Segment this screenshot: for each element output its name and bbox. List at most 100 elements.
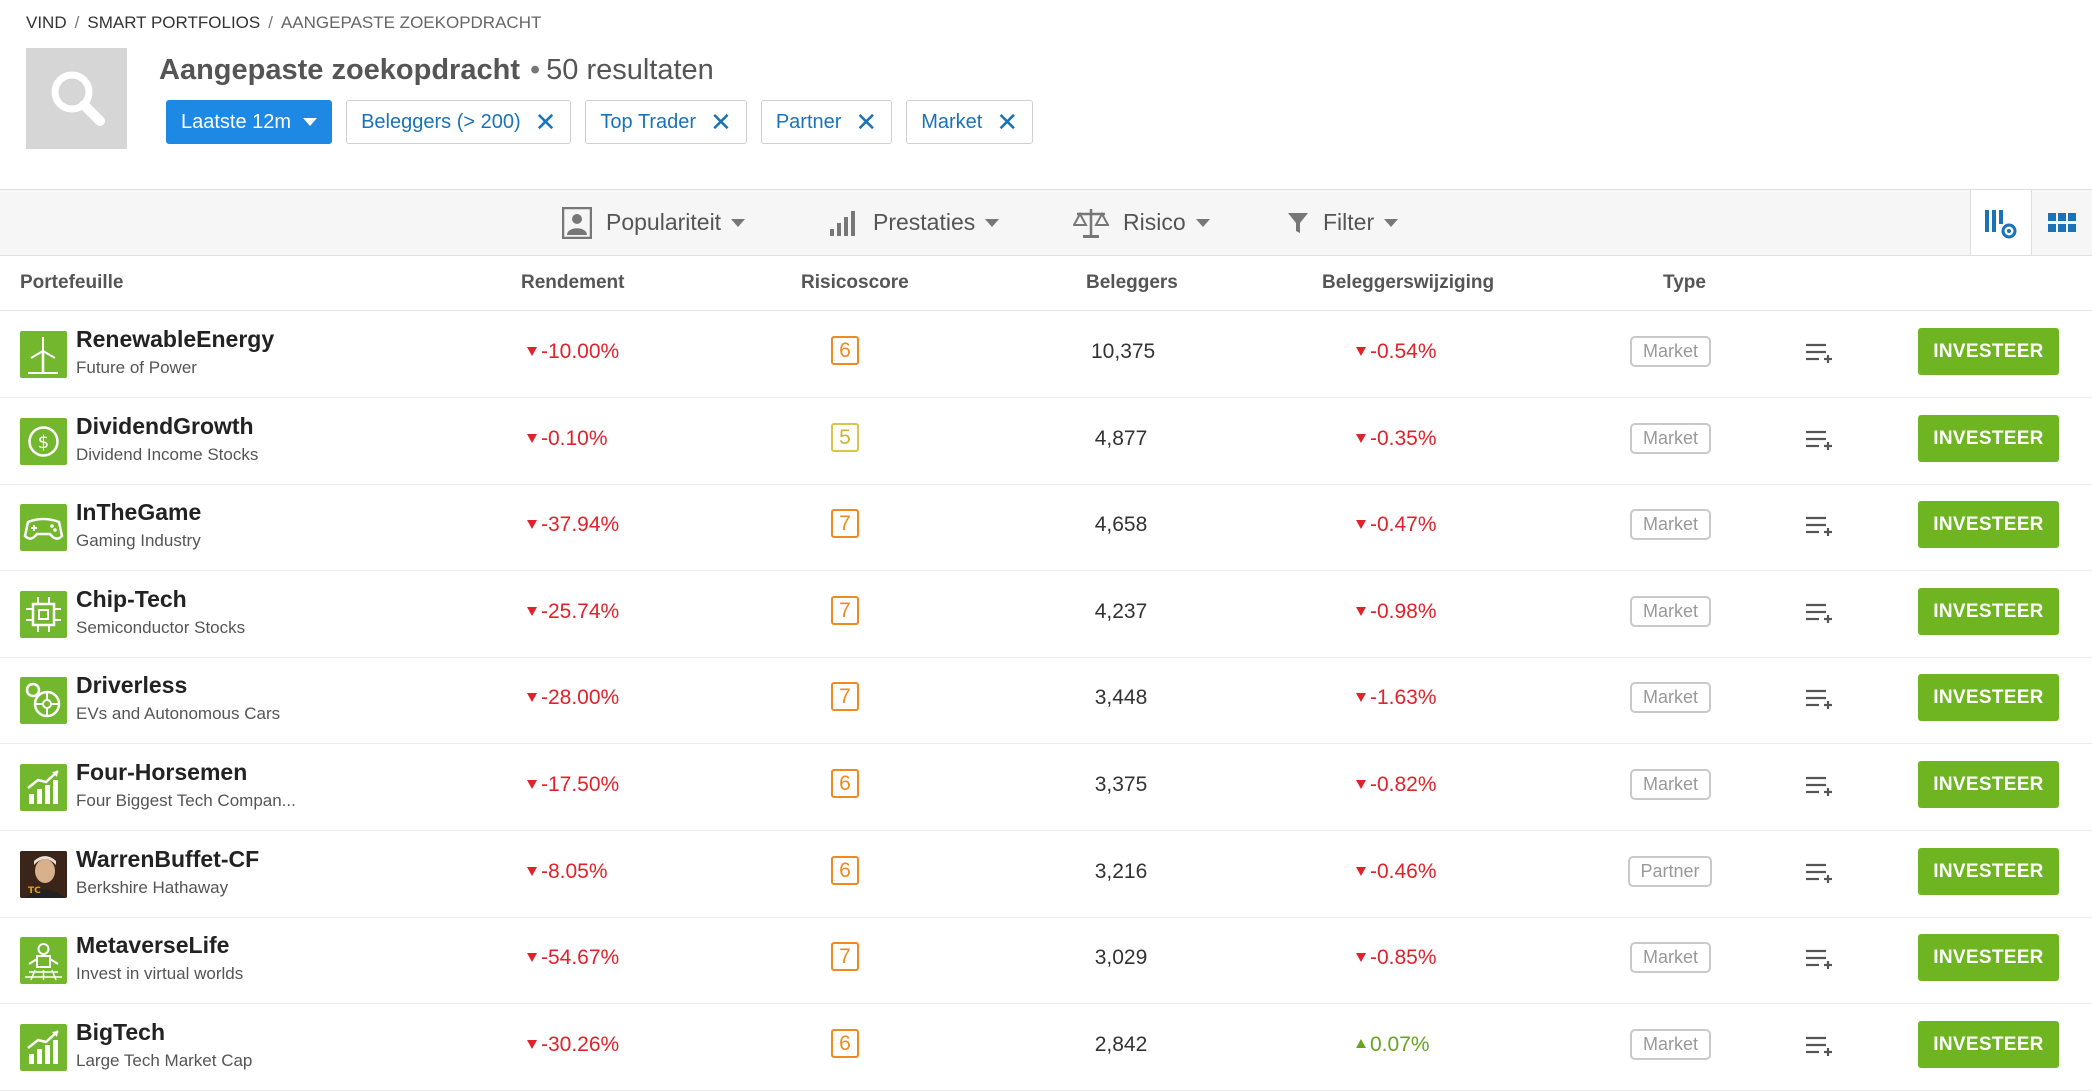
add-to-watchlist-icon[interactable] (1805, 602, 1833, 629)
column-risk[interactable]: Risicoscore (801, 272, 909, 294)
add-to-watchlist-icon[interactable] (1805, 775, 1833, 802)
type-badge: Market (1630, 509, 1711, 541)
arrow-up-icon (1356, 1038, 1366, 1048)
column-type[interactable]: Type (1663, 272, 1706, 294)
person-icon (562, 206, 592, 239)
arrow-down-icon (1356, 433, 1366, 443)
add-to-watchlist-icon[interactable] (1805, 862, 1833, 889)
invest-button[interactable]: INVESTEER (1918, 674, 2059, 722)
close-icon[interactable]: ✕ (855, 109, 877, 135)
table-row[interactable]: Four-Horsemen Four Biggest Tech Compan...… (0, 744, 2092, 831)
invest-button[interactable]: INVESTEER (1918, 1020, 2059, 1068)
portfolio-name[interactable]: DividendGrowth (76, 413, 254, 440)
close-icon[interactable]: ✕ (535, 109, 557, 135)
invest-button[interactable]: INVESTEER (1918, 847, 2059, 895)
invest-button[interactable]: INVESTEER (1918, 934, 2059, 982)
table-row[interactable]: $ DividendGrowth Dividend Income Stocks -0.… (0, 398, 2092, 485)
return-text: -0.10% (541, 426, 608, 450)
investors-count: 3,375 (1094, 773, 1148, 796)
investor-change-value: 0.07% (1356, 1033, 1430, 1057)
search-logo (26, 48, 127, 149)
filter-label: Filter (1323, 209, 1375, 235)
period-dropdown[interactable]: Laatste 12m (166, 100, 333, 144)
gamepad-icon (20, 504, 67, 552)
breadcrumb-link-vind[interactable]: VIND (26, 13, 67, 32)
add-to-watchlist-icon[interactable] (1805, 429, 1833, 456)
add-to-watchlist-icon[interactable] (1805, 948, 1833, 975)
column-investor-change[interactable]: Beleggerswijziging (1322, 272, 1494, 294)
filter-chip-partner: Partner ✕ (760, 100, 893, 144)
filter-chip-label: Top Trader (600, 110, 697, 133)
invest-button[interactable]: INVESTEER (1918, 761, 2059, 808)
invest-button[interactable]: INVESTEER (1918, 414, 2059, 462)
breadcrumb-current: AANGEPASTE ZOEKOPDRACHT (280, 13, 542, 32)
table-row[interactable]: BigTech Large Tech Market Cap -30.26% 6 2,84… (0, 1004, 2092, 1091)
portfolio-name[interactable]: Chip-Tech (76, 586, 187, 613)
portfolio-subtitle: Invest in virtual worlds (76, 964, 244, 984)
svg-text:$: $ (38, 432, 49, 453)
sort-toolbar: Populariteit Prestaties Risico Filter (0, 189, 2092, 256)
portrait-photo: TC (20, 850, 67, 898)
table-row[interactable]: Driverless EVs and Autonomous Cars -28.00%… (0, 657, 2092, 745)
performance-dropdown[interactable]: Prestaties (829, 190, 1000, 255)
table-row[interactable]: InTheGame Gaming Industry -37.94% 7 4,658 -0.… (0, 484, 2092, 572)
table-row[interactable]: MetaverseLife Invest in virtual worlds -54… (0, 917, 2092, 1005)
add-to-watchlist-icon[interactable] (1805, 515, 1833, 542)
grid-view-button[interactable] (2031, 190, 2092, 255)
add-to-watchlist-icon[interactable] (1805, 688, 1833, 715)
invest-button[interactable]: INVESTEER (1918, 328, 2059, 375)
return-text: -25.74% (541, 599, 620, 623)
type-badge: Market (1630, 336, 1711, 367)
breadcrumb-separator: / (268, 13, 273, 32)
bar-chart-icon (830, 210, 855, 236)
add-to-watchlist-icon[interactable] (1805, 1035, 1833, 1062)
popularity-dropdown[interactable]: Populariteit (562, 190, 746, 255)
close-icon[interactable]: ✕ (710, 109, 732, 135)
return-value: -10.00% (527, 340, 619, 364)
portfolio-name[interactable]: MetaverseLife (76, 932, 229, 959)
performance-label: Prestaties (873, 209, 976, 235)
caret-down-icon (985, 218, 1000, 227)
growth-chart-icon (20, 1023, 67, 1071)
column-return[interactable]: Rendement (521, 272, 624, 294)
investors-count: 4,237 (1094, 599, 1148, 623)
portfolio-name[interactable]: Four-Horsemen (76, 759, 247, 786)
type-badge: Market (1630, 1028, 1711, 1060)
arrow-down-icon (527, 866, 537, 876)
investor-change-text: -0.46% (1370, 859, 1437, 883)
table-row[interactable]: RenewableEnergy Future of Power -10.00% 6 10… (0, 311, 2092, 398)
column-investors[interactable]: Beleggers (1086, 272, 1178, 294)
portfolio-subtitle: Future of Power (76, 358, 197, 377)
page-title: Aangepaste zoekopdracht • 50 resultaten (159, 54, 714, 87)
filter-dropdown[interactable]: Filter (1287, 190, 1399, 255)
return-text: -37.94% (541, 513, 620, 537)
invest-button[interactable]: INVESTEER (1918, 501, 2059, 549)
portfolio-name[interactable]: Driverless (76, 672, 187, 699)
investor-change-value: -1.63% (1356, 686, 1437, 710)
portfolio-name[interactable]: WarrenBuffet-CF (76, 846, 259, 873)
investor-change-text: -0.82% (1370, 773, 1437, 796)
portfolio-name[interactable]: BigTech (76, 1019, 165, 1046)
invest-button[interactable]: INVESTEER (1918, 587, 2059, 635)
portfolio-name[interactable]: RenewableEnergy (76, 326, 274, 353)
return-value: -17.50% (527, 773, 619, 797)
column-settings-button[interactable] (1970, 190, 2031, 255)
arrow-down-icon (1356, 346, 1366, 356)
arrow-down-icon (1356, 693, 1366, 703)
return-value: -37.94% (527, 513, 619, 537)
investor-change-value: -0.82% (1356, 773, 1437, 797)
table-row[interactable]: TC WarrenBuffet-CF Berkshire Hathaway -8.05… (0, 831, 2092, 918)
risk-score-badge: 7 (831, 595, 859, 625)
scale-icon (1073, 208, 1109, 238)
portfolio-name[interactable]: InTheGame (76, 499, 201, 526)
table-row[interactable]: Chip-Tech Semiconductor Stocks -25.74% 7 4,2… (0, 571, 2092, 658)
close-icon[interactable]: ✕ (996, 109, 1018, 135)
portfolio-subtitle: Dividend Income Stocks (76, 444, 259, 464)
risk-dropdown[interactable]: Risico (1073, 190, 1210, 255)
add-to-watchlist-icon[interactable] (1805, 342, 1833, 369)
column-settings-icon (1985, 209, 2017, 238)
column-portfolio[interactable]: Portefeuille (20, 272, 123, 294)
breadcrumb-link-smart-portfolios[interactable]: SMART PORTFOLIOS (87, 13, 260, 32)
chip-icon (20, 590, 67, 638)
return-text: -28.00% (541, 686, 620, 710)
